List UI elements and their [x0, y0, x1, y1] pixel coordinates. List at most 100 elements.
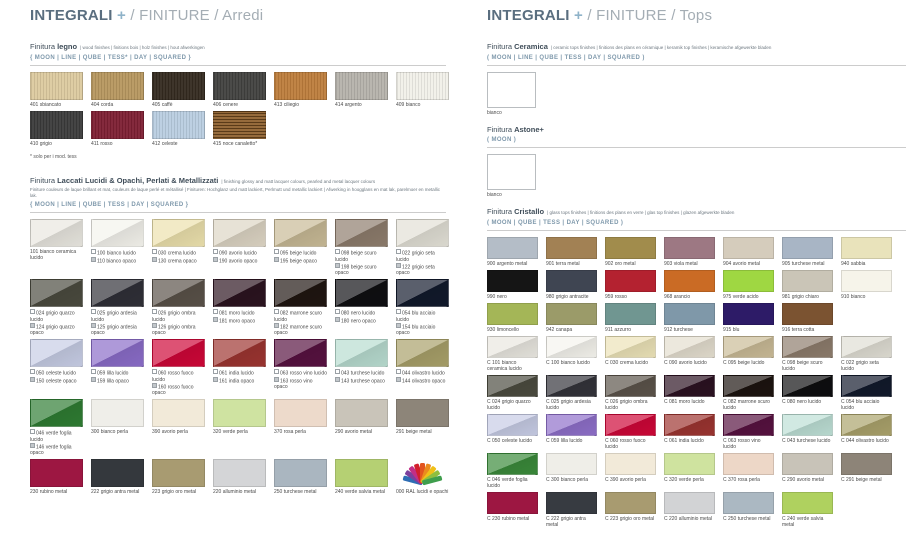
- finish-swatch-cell: 230 rubino metal: [30, 459, 83, 495]
- color-swatch: [274, 279, 327, 307]
- finish-swatch-cell: 930 limoncello: [487, 303, 538, 333]
- color-swatch: [213, 399, 266, 427]
- matte-marker-icon: [396, 377, 401, 382]
- color-swatch: [152, 111, 205, 139]
- finish-swatch-cell: C 220 alluminio metal: [664, 492, 715, 528]
- swatch-label: 415 noce canaletto*: [213, 141, 266, 147]
- section-prefix: Finitura: [487, 207, 514, 216]
- color-swatch: [605, 375, 656, 397]
- divider: [487, 230, 906, 231]
- section-name-legno: legno: [57, 42, 77, 51]
- finish-swatch-cell: 904 avorio metal: [723, 237, 774, 267]
- finish-swatch-cell: 022 grigio seta lucido122 grigio seta op…: [396, 219, 449, 276]
- finish-swatch-cell: 060 rosso fuoco lucido160 rosso fuoco op…: [152, 339, 205, 396]
- gloss-marker-icon: [213, 249, 218, 254]
- color-swatch: [152, 279, 205, 307]
- color-swatch: [30, 111, 83, 139]
- color-swatch: [30, 459, 83, 487]
- gloss-marker-icon: [335, 249, 340, 254]
- swatch-label: 061 india lucido161 india opaco: [213, 369, 266, 384]
- finish-swatch-cell: 220 alluminio metal: [213, 459, 266, 495]
- color-swatch: [91, 72, 144, 100]
- finish-swatch-cell: C 022 grigio seta lucido: [841, 336, 892, 372]
- color-swatch: [487, 492, 538, 514]
- color-swatch: [213, 459, 266, 487]
- swatch-label: 046 verde foglia lucido146 verde foglia …: [30, 429, 83, 456]
- finish-swatch-cell: C 390 avorio perla: [605, 453, 656, 489]
- swatch-label: 098 beige scuro lucido198 beige scuro op…: [335, 249, 388, 276]
- color-swatch: [841, 375, 892, 397]
- brand-text: INTEGRALI: [30, 7, 113, 24]
- swatch-label: C 090 avorio lucido: [664, 360, 715, 366]
- swatch-label: 223 grigio oro metal: [152, 489, 205, 495]
- finish-swatch-cell: C 059 lilla lucido: [546, 414, 597, 450]
- swatch-label: 915 blu: [723, 327, 774, 333]
- color-swatch: [723, 492, 774, 514]
- finish-swatch-cell: C 291 beige metal: [841, 453, 892, 489]
- finish-swatch-cell: C 081 moro lucido: [664, 375, 715, 411]
- ceramica-bianco-swatch: [487, 72, 536, 108]
- swatch-label: 081 moro lucido181 moro opaco: [213, 309, 266, 324]
- finish-swatch-cell: 414 argento: [335, 72, 388, 108]
- lacquer-swatch-grid: 101 bianco ceramica lucido100 bianco luc…: [30, 219, 446, 495]
- finish-swatch-cell: 098 beige scuro lucido198 beige scuro op…: [335, 219, 388, 276]
- swatch-label: C 390 avorio perla: [605, 477, 656, 483]
- gloss-marker-icon: [152, 249, 157, 254]
- color-swatch: [723, 237, 774, 259]
- color-swatch: [274, 339, 327, 367]
- section-prefix: Finitura: [30, 176, 57, 185]
- swatch-label: 405 caffè: [152, 102, 205, 108]
- section-name-astone: Astone+: [514, 125, 544, 134]
- swatch-label: 291 beige metal: [396, 429, 449, 435]
- color-swatch: [664, 375, 715, 397]
- swatch-label: 024 grigio quarzo lucido124 grigio quarz…: [30, 309, 83, 336]
- finish-swatch-cell: 222 grigio antra metal: [91, 459, 144, 495]
- swatch-label: C 059 lilla lucido: [546, 438, 597, 444]
- swatch-label: C 025 grigio ardesia lucido: [546, 399, 597, 411]
- swatch-label: 414 argento: [335, 102, 388, 108]
- swatch-label: 940 sabbia: [841, 261, 892, 267]
- swatch-label: 063 rosso vino lucido163 rosso vino opac…: [274, 369, 327, 390]
- empty-cell: [841, 303, 892, 333]
- color-swatch: [396, 72, 449, 100]
- swatch-label: bianco: [487, 192, 906, 198]
- color-swatch: [546, 492, 597, 514]
- swatch-label: C 024 grigio quarzo lucido: [487, 399, 538, 411]
- matte-marker-icon: [91, 377, 96, 382]
- finish-swatch-cell: 980 grigio antracite: [546, 270, 597, 300]
- page-title-tops: INTEGRALI + / FINITURE / Tops: [487, 8, 906, 24]
- gloss-marker-icon: [274, 309, 279, 314]
- swatch-label: C 063 rosso vino lucido: [723, 438, 774, 450]
- finish-swatch-cell: C 080 nero lucido: [782, 375, 833, 411]
- swatch-label: 930 limoncello: [487, 327, 538, 333]
- swatch-label: 370 rosa perla: [274, 429, 327, 435]
- color-swatch: [782, 270, 833, 292]
- finish-swatch-cell: 903 viola metal: [664, 237, 715, 267]
- color-swatch: [841, 237, 892, 259]
- gloss-marker-icon: [274, 249, 279, 254]
- swatch-label: 022 grigio seta lucido122 grigio seta op…: [396, 249, 449, 276]
- gloss-marker-icon: [91, 309, 96, 314]
- glass-swatch-grid: 900 argento metal901 terra metal902 oro …: [487, 237, 906, 528]
- finish-swatch-cell: 916 terra cotta: [782, 303, 833, 333]
- color-swatch: [396, 279, 449, 307]
- finish-swatch-cell: 043 turchese lucido143 turchese opaco: [335, 339, 388, 396]
- swatch-label: 000 RAL lucidi e opachi: [396, 489, 449, 495]
- swatch-label: C 082 marrone scuro lucido: [723, 399, 774, 411]
- color-swatch: [723, 303, 774, 325]
- gloss-marker-icon: [396, 369, 401, 374]
- finish-swatch-cell: 000 RAL lucidi e opachi: [396, 459, 449, 495]
- finish-swatch-cell: 063 rosso vino lucido163 rosso vino opac…: [274, 339, 327, 396]
- color-swatch: [546, 336, 597, 358]
- panel-arredi: INTEGRALI + / FINITURE / Arredi Finitura…: [30, 8, 446, 502]
- color-swatch: [213, 219, 266, 247]
- finish-swatch-cell: C 024 grigio quarzo lucido: [487, 375, 538, 411]
- color-swatch: [546, 270, 597, 292]
- swatch-label: C 300 bianco perla: [546, 477, 597, 483]
- swatch-label: 916 terra cotta: [782, 327, 833, 333]
- matte-marker-icon: [213, 317, 218, 322]
- finish-swatch-cell: 059 lilla lucido159 lilla opaco: [91, 339, 144, 396]
- color-swatch: [841, 336, 892, 358]
- section-name-laccati: Laccati Lucidi & Opachi, Perlati & Metal…: [57, 176, 218, 185]
- color-swatch: [723, 270, 774, 292]
